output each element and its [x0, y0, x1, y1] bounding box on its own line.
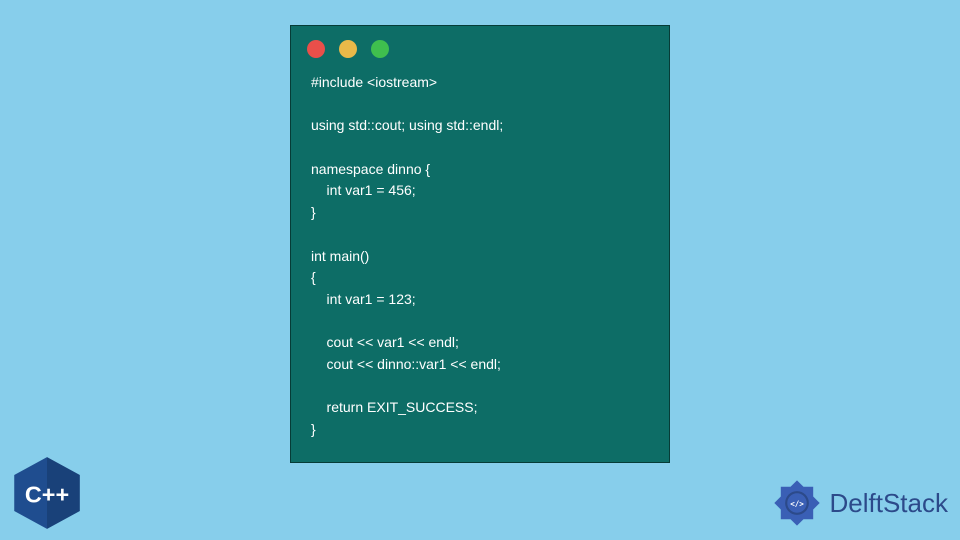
svg-text:</>: </>: [790, 499, 804, 508]
cpp-logo-icon: C++: [8, 454, 86, 532]
cpp-label: C++: [25, 481, 69, 507]
brand-logo-icon: </>: [770, 476, 824, 530]
brand-name: DelftStack: [830, 488, 949, 519]
maximize-icon: [371, 40, 389, 58]
window-controls: [291, 26, 669, 58]
close-icon: [307, 40, 325, 58]
code-block: #include <iostream> using std::cout; usi…: [291, 58, 669, 459]
minimize-icon: [339, 40, 357, 58]
brand-area: </> DelftStack: [770, 476, 949, 530]
code-window: #include <iostream> using std::cout; usi…: [290, 25, 670, 463]
